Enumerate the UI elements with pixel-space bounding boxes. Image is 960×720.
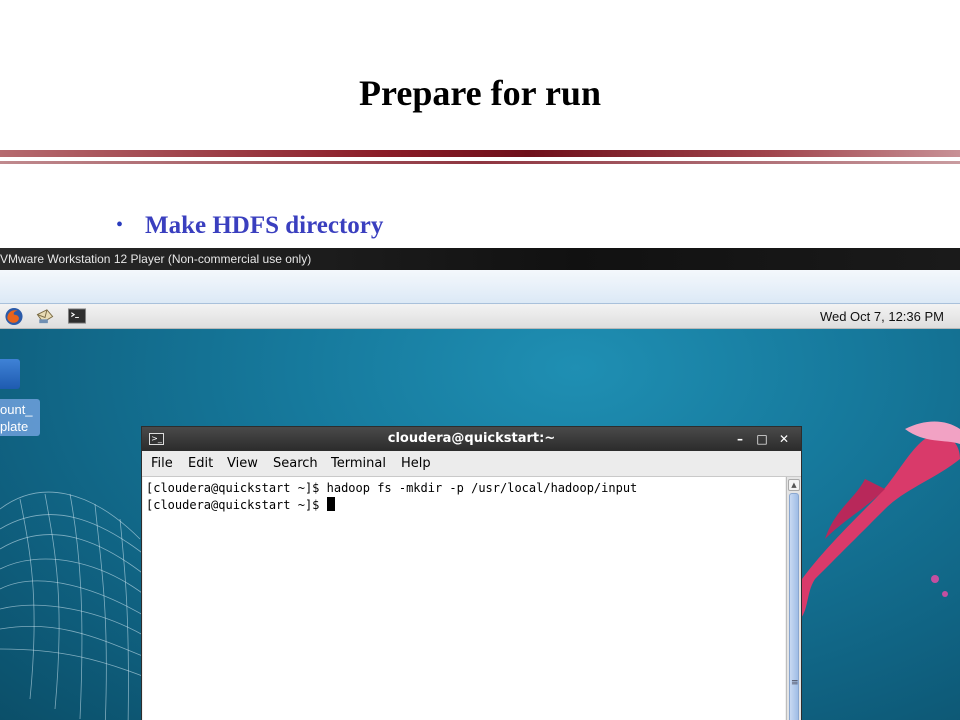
close-button[interactable]: ✕ — [775, 430, 793, 448]
vm-screenshot: VMware Workstation 12 Player (Non-commer… — [0, 248, 960, 720]
terminal-titlebar[interactable]: >_ cloudera@quickstart:~ – □ ✕ — [142, 427, 801, 451]
bullet-text: Make HDFS directory — [145, 212, 384, 239]
terminal-scrollbar[interactable]: ▲ ≡ — [786, 477, 801, 720]
terminal-prompt: [cloudera@quickstart ~]$ — [146, 498, 327, 512]
terminal-prompt-line: [cloudera@quickstart ~]$ — [146, 497, 785, 514]
scroll-up-icon[interactable]: ▲ — [788, 479, 800, 491]
vmware-toolbar — [0, 270, 960, 304]
menu-edit[interactable]: Edit — [188, 451, 213, 477]
minimize-button[interactable]: – — [731, 430, 749, 448]
menu-view[interactable]: View — [227, 451, 258, 477]
email-icon[interactable] — [35, 307, 55, 326]
menu-help[interactable]: Help — [401, 451, 431, 477]
top-panel: Wed Oct 7, 12:36 PM — [0, 304, 960, 329]
title-divider-thin — [0, 161, 960, 164]
terminal-menubar: File Edit View Search Terminal Help — [142, 451, 801, 477]
slide-title: Prepare for run — [359, 73, 601, 113]
grip-icon: ≡ — [791, 678, 799, 688]
terminal-output[interactable]: [cloudera@quickstart ~]$ hadoop fs -mkdi… — [143, 477, 785, 720]
terminal-line: [cloudera@quickstart ~]$ hadoop fs -mkdi… — [146, 481, 638, 495]
ribbon-graphic — [795, 421, 960, 624]
terminal-icon[interactable] — [67, 307, 87, 326]
panel-clock[interactable]: Wed Oct 7, 12:36 PM — [820, 304, 944, 329]
text-cursor — [326, 497, 335, 511]
desktop-icon-label[interactable]: ount_ plate — [0, 399, 40, 436]
folder-icon[interactable] — [0, 359, 20, 389]
title-divider — [0, 150, 960, 157]
vmware-titlebar: VMware Workstation 12 Player (Non-commer… — [0, 248, 960, 270]
firefox-icon[interactable] — [4, 307, 24, 326]
menu-file[interactable]: File — [151, 451, 173, 477]
maximize-button[interactable]: □ — [753, 430, 771, 448]
menu-search[interactable]: Search — [273, 451, 318, 477]
terminal-title: cloudera@quickstart:~ — [387, 431, 556, 446]
bullet-icon: • — [116, 214, 124, 236]
terminal-window: >_ cloudera@quickstart:~ – □ ✕ File Edit… — [141, 426, 802, 720]
menu-terminal[interactable]: Terminal — [331, 451, 386, 477]
